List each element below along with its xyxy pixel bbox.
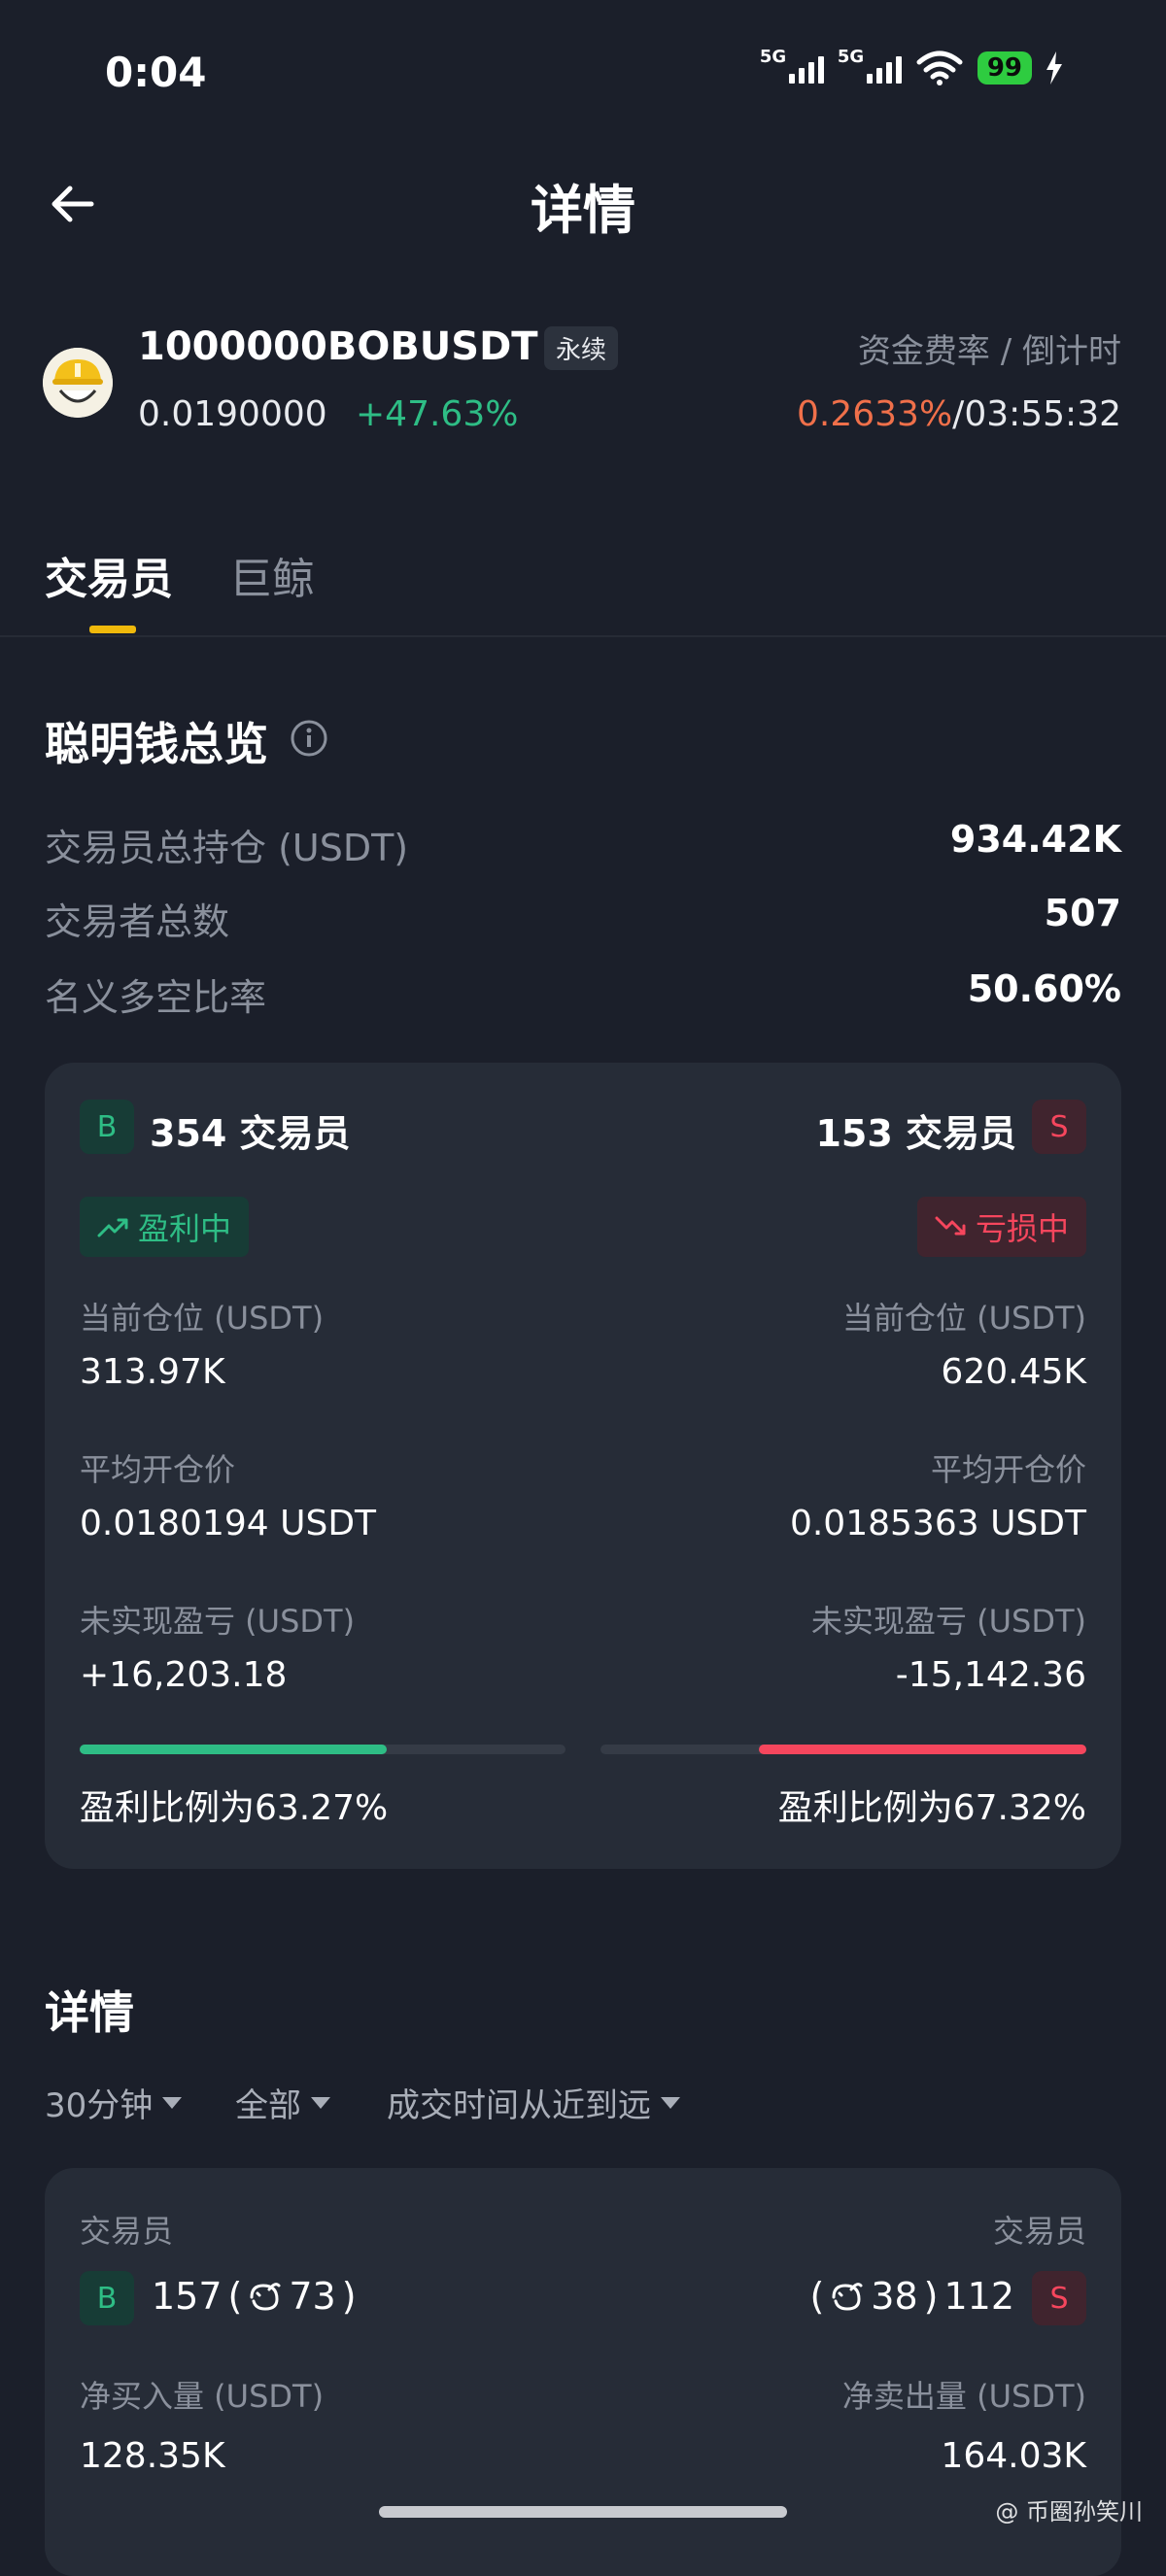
profit-status-label: 盈利中: [138, 1210, 232, 1247]
overview-row-value: 50.60%: [967, 967, 1121, 1010]
whale-icon: [250, 2283, 281, 2311]
divider: [0, 635, 1166, 637]
chevron-down-icon: [661, 2096, 680, 2109]
long-avg-price-label: 平均开仓价: [80, 1451, 236, 1488]
wifi-icon: [916, 51, 963, 85]
short-position-value: 620.45K: [941, 1352, 1086, 1392]
long-avg-price-value: 0.0180194 USDT: [80, 1504, 377, 1543]
long-profit-ratio: 盈利比例为63.27%: [80, 1788, 389, 1828]
sort-dropdown-label: 成交时间从近到远: [387, 2086, 651, 2125]
section-title: 聪明钱总览: [45, 718, 268, 770]
short-pnl-value: -15,142.36: [895, 1655, 1086, 1695]
side-filter-dropdown[interactable]: 全部: [235, 2079, 330, 2126]
long-pnl-value: +16,203.18: [80, 1655, 288, 1695]
short-avg-price-value: 0.0185363 USDT: [789, 1504, 1086, 1543]
whale-icon: [832, 2283, 863, 2311]
short-avg-price-label: 平均开仓价: [930, 1451, 1086, 1488]
short-badge: S: [1032, 1100, 1086, 1154]
long-short-summary-card: B 354 交易员 153 交易员 S 盈利中 亏损中 当前仓位 (USDT) …: [45, 1063, 1121, 1869]
funding-row: 0.2633%/03:55:32: [797, 394, 1121, 434]
long-trader-count: 354 交易员: [150, 1112, 351, 1155]
short-profit-ratio: 盈利比例为67.32%: [777, 1788, 1086, 1828]
cell-signal-2-icon: 5G: [838, 47, 902, 84]
chevron-down-icon: [311, 2096, 330, 2109]
info-icon[interactable]: [290, 719, 328, 758]
long-position-label: 当前仓位 (USDT): [80, 1300, 325, 1337]
symbol-name: 1000000BOBUSDT: [138, 324, 538, 369]
trend-down-icon: [935, 1216, 966, 1236]
overview-row-value: 934.42K: [949, 818, 1121, 861]
loss-status-label: 亏损中: [975, 1210, 1069, 1247]
interval-dropdown-label: 30分钟: [45, 2086, 154, 2125]
funding-separator: /: [952, 394, 965, 434]
short-traders-label: 交易员: [992, 2213, 1086, 2250]
short-position-label: 当前仓位 (USDT): [841, 1300, 1086, 1337]
coin-logo: [43, 348, 113, 418]
status-time: 0:04: [105, 49, 207, 96]
trend-up-icon: [97, 1218, 128, 1237]
perpetual-tag: 永续: [544, 326, 619, 370]
short-close-paren: ): [923, 2275, 939, 2318]
net-sell-label: 净卖出量 (USDT): [841, 2378, 1086, 2415]
net-buy-value: 128.35K: [80, 2436, 225, 2476]
short-count-row: ( 38 ) 112: [809, 2275, 1014, 2318]
long-badge: B: [80, 1100, 134, 1154]
long-open-paren: (: [227, 2275, 243, 2318]
long-close-paren: ): [341, 2275, 357, 2318]
page-title: 详情: [531, 180, 635, 241]
price-change: +47.63%: [356, 394, 519, 434]
short-badge: S: [1032, 2271, 1086, 2325]
long-whale-count: 73: [289, 2275, 336, 2318]
watermark: @ 币圈孙笑川: [995, 2498, 1143, 2525]
short-profit-bar: [600, 1745, 1086, 1754]
short-open-paren: (: [809, 2275, 825, 2318]
overview-row-label: 交易员总持仓 (USDT): [45, 827, 409, 869]
cell-signal-icon: 5G: [760, 47, 824, 84]
long-profit-bar: [80, 1745, 566, 1754]
overview-row-label: 名义多空比率: [45, 976, 267, 1019]
long-traders-label: 交易员: [80, 2213, 174, 2250]
home-indicator[interactable]: [379, 2506, 787, 2518]
funding-countdown: 03:55:32: [964, 394, 1121, 434]
long-pnl-label: 未实现盈亏 (USDT): [80, 1603, 356, 1640]
status-icons: 5G 5G 99: [760, 47, 1063, 85]
long-count-row: 157 ( 73 ): [152, 2275, 357, 2318]
overview-row-label: 交易者总数: [45, 900, 230, 943]
chevron-down-icon: [162, 2096, 183, 2109]
charging-icon: [1046, 51, 1062, 85]
last-price: 0.0190000: [138, 394, 327, 434]
interval-dropdown[interactable]: 30分钟: [45, 2079, 183, 2126]
net-buy-label: 净买入量 (USDT): [80, 2378, 325, 2415]
battery-level: 99: [977, 51, 1032, 85]
long-badge: B: [80, 2271, 134, 2325]
loss-status-pill: 亏损中: [916, 1197, 1086, 1257]
funding-rate: 0.2633%: [797, 394, 953, 434]
tab-active-indicator: [89, 626, 136, 633]
short-trader-count: 112: [943, 2275, 1014, 2318]
profit-status-pill: 盈利中: [80, 1197, 250, 1257]
long-profit-bar-fill: [80, 1745, 388, 1754]
details-title: 详情: [45, 1986, 134, 2039]
net-sell-value: 164.03K: [941, 2436, 1086, 2476]
tab-traders[interactable]: 交易员: [45, 544, 173, 606]
side-filter-label: 全部: [235, 2086, 301, 2125]
short-trader-count: 153 交易员: [815, 1112, 1016, 1155]
short-profit-bar-fill: [759, 1745, 1086, 1754]
funding-label: 资金费率 / 倒计时: [857, 332, 1121, 371]
tab-whales[interactable]: 巨鲸: [229, 544, 315, 606]
overview-row-value: 507: [1044, 892, 1121, 934]
short-whale-count: 38: [871, 2275, 918, 2318]
sort-dropdown[interactable]: 成交时间从近到远: [387, 2079, 680, 2126]
long-trader-count: 157: [152, 2275, 223, 2318]
short-pnl-label: 未实现盈亏 (USDT): [810, 1603, 1086, 1640]
long-position-value: 313.97K: [80, 1352, 225, 1392]
